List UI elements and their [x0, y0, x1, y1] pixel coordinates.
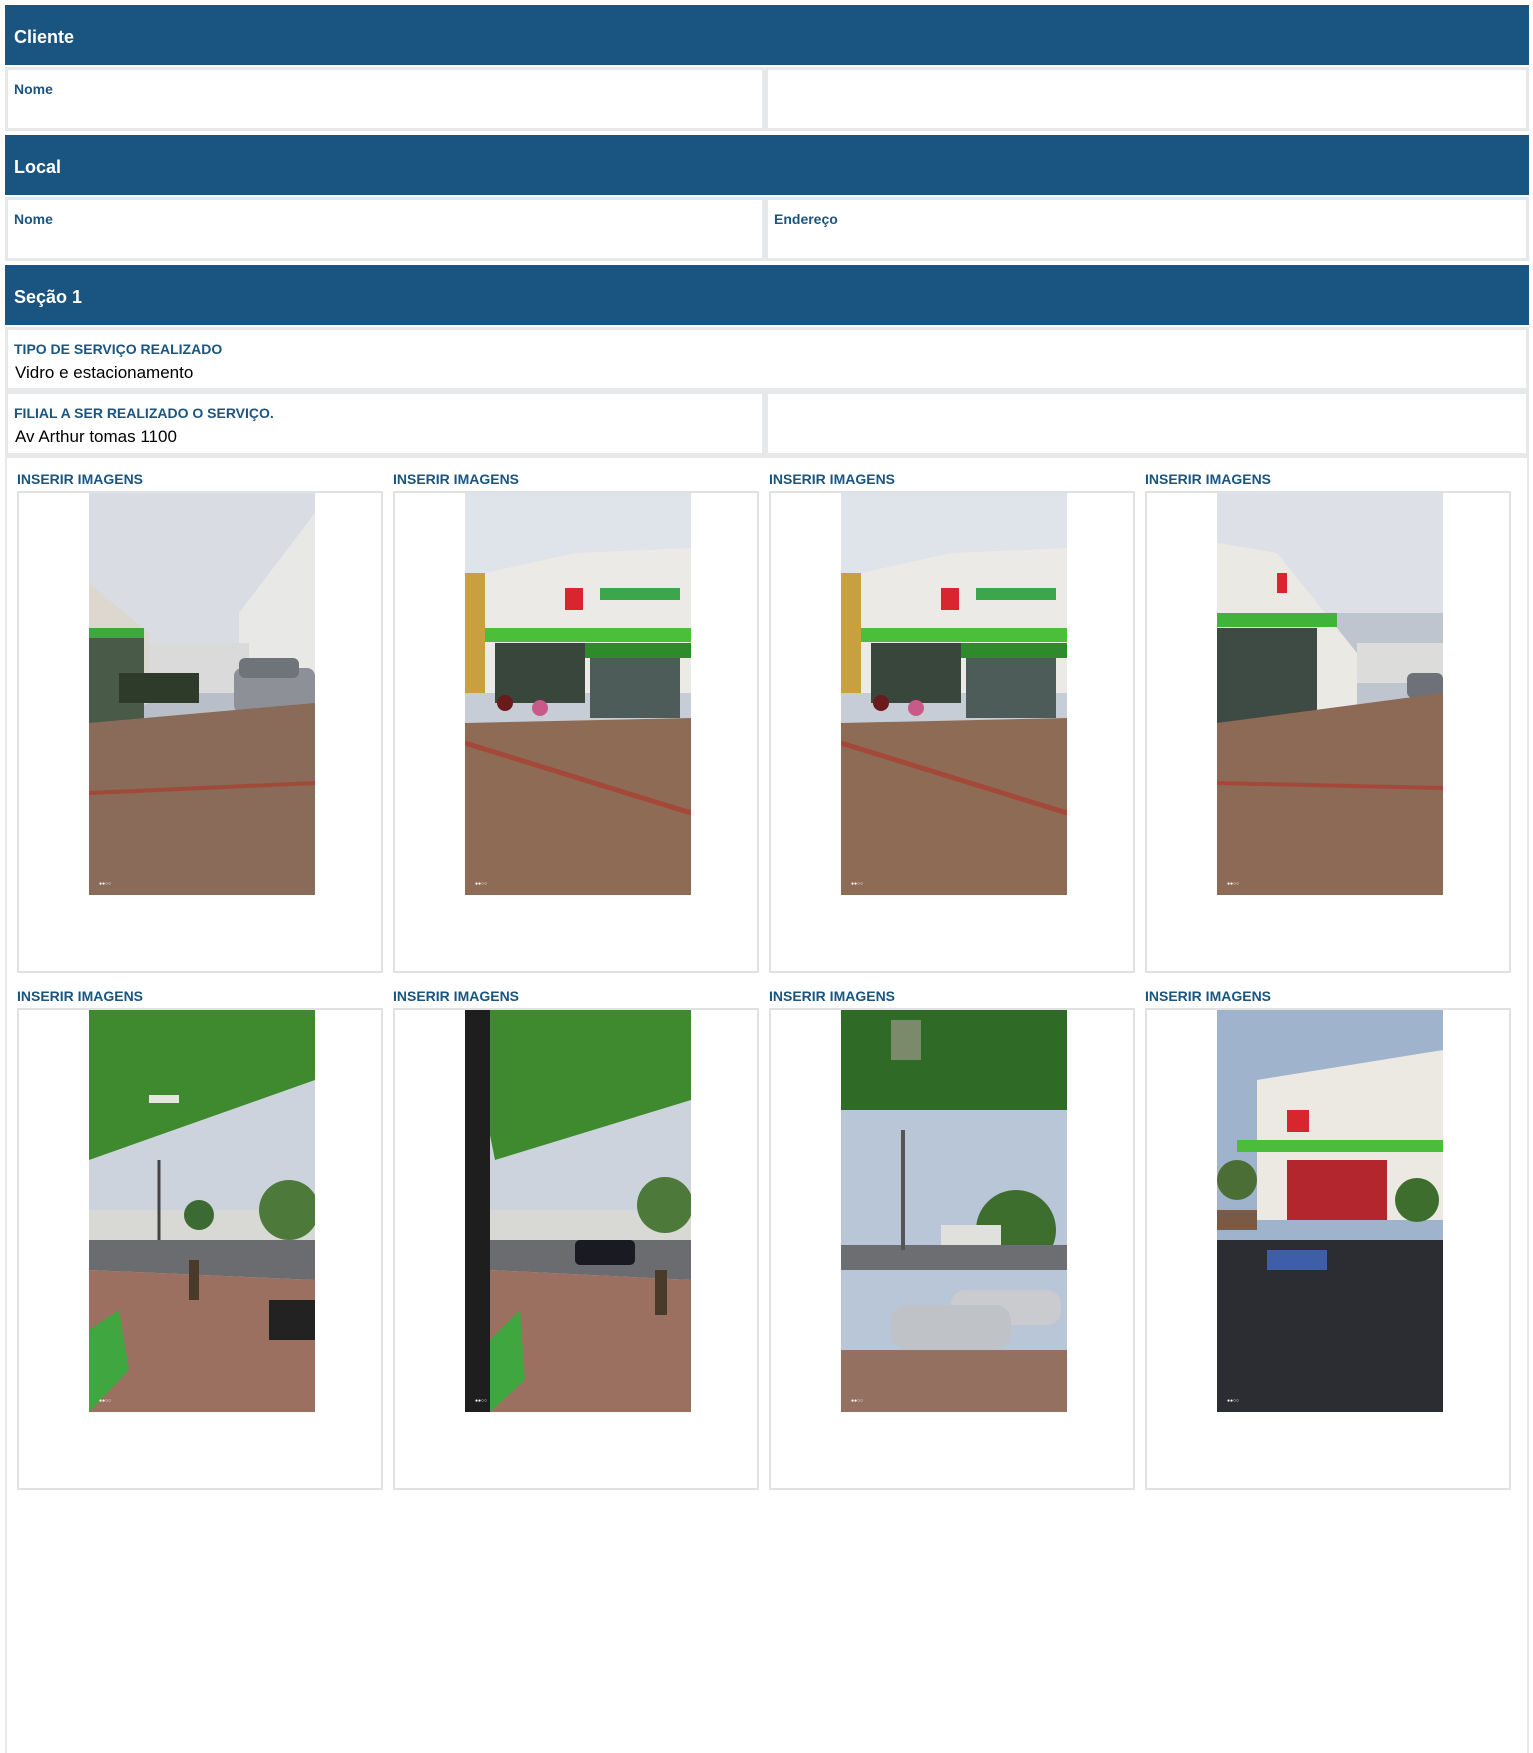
photo-watermark-icon: ●●○○ [851, 1398, 864, 1404]
image-slot-1[interactable]: ●●○○ [17, 491, 383, 973]
local-nome-field[interactable]: Nome [5, 197, 765, 261]
image-label-3: INSERIR IMAGENS [769, 471, 896, 487]
image-label-8: INSERIR IMAGENS [1145, 988, 1272, 1004]
image-label-2: INSERIR IMAGENS [393, 471, 520, 487]
image-label-5: INSERIR IMAGENS [17, 988, 144, 1004]
secao1-header: Seção 1 [5, 265, 1529, 325]
filial-value: Av Arthur tomas 1100 [15, 427, 177, 446]
local-endereco-label: Endereço [774, 211, 838, 227]
photo-watermark-icon: ●●○○ [851, 881, 864, 887]
image-slot-3[interactable]: ●●○○ [769, 491, 1135, 973]
tipo-servico-value: Vidro e estacionamento [15, 363, 194, 382]
tipo-servico-label: TIPO DE SERVIÇO REALIZADO [14, 341, 223, 357]
image-slot-5[interactable]: ●●○○ [17, 1008, 383, 1490]
photo-watermark-icon: ●●○○ [1227, 1398, 1240, 1404]
photo-pharmacy-front: ●●○○ [465, 493, 691, 895]
photo-pharmacy-front-2: ●●○○ [841, 493, 1067, 895]
image-slot-2[interactable]: ●●○○ [393, 491, 759, 973]
image-slot-4[interactable]: ●●○○ [1145, 491, 1511, 973]
cliente-nome-field[interactable]: Nome [5, 67, 765, 131]
local-header: Local [5, 135, 1529, 195]
image-slot-8[interactable]: ●●○○ [1145, 1008, 1511, 1490]
cliente-header: Cliente [5, 5, 1529, 65]
photo-watermark-icon: ●●○○ [99, 881, 112, 887]
cliente-header-title: Cliente [14, 26, 75, 47]
filial-field[interactable]: FILIAL A SER REALIZADO O SERVIÇO. Av Art… [5, 391, 765, 456]
image-label-1: INSERIR IMAGENS [17, 471, 144, 487]
photo-watermark-icon: ●●○○ [99, 1398, 112, 1404]
photo-building-corner: ●●○○ [89, 493, 315, 895]
photo-cars-street: ●●○○ [841, 1010, 1067, 1412]
image-slot-7[interactable]: ●●○○ [769, 1008, 1135, 1490]
image-slot-6[interactable]: ●●○○ [393, 1008, 759, 1490]
local-endereco-field[interactable]: Endereço [765, 197, 1529, 261]
image-label-7: INSERIR IMAGENS [769, 988, 896, 1004]
photo-pharmacy-side: ●●○○ [1217, 493, 1443, 895]
photo-watermark-icon: ●●○○ [1227, 881, 1240, 887]
tipo-servico-field[interactable]: TIPO DE SERVIÇO REALIZADO Vidro e estaci… [5, 327, 1529, 391]
local-header-title: Local [14, 156, 62, 177]
photo-watermark-icon: ●●○○ [475, 881, 488, 887]
secao1-header-title: Seção 1 [14, 286, 83, 307]
image-label-4: INSERIR IMAGENS [1145, 471, 1272, 487]
filial-empty-cell [765, 391, 1529, 456]
photo-street-view: ●●○○ [89, 1010, 315, 1412]
photo-pharmacy-parking: ●●○○ [1217, 1010, 1443, 1412]
photo-street-view-2: ●●○○ [465, 1010, 691, 1412]
filial-label: FILIAL A SER REALIZADO O SERVIÇO. [14, 405, 274, 421]
local-nome-label: Nome [14, 211, 53, 227]
image-label-6: INSERIR IMAGENS [393, 988, 520, 1004]
photo-watermark-icon: ●●○○ [475, 1398, 488, 1404]
cliente-nome-label: Nome [14, 81, 53, 97]
cliente-empty-cell [765, 67, 1529, 131]
